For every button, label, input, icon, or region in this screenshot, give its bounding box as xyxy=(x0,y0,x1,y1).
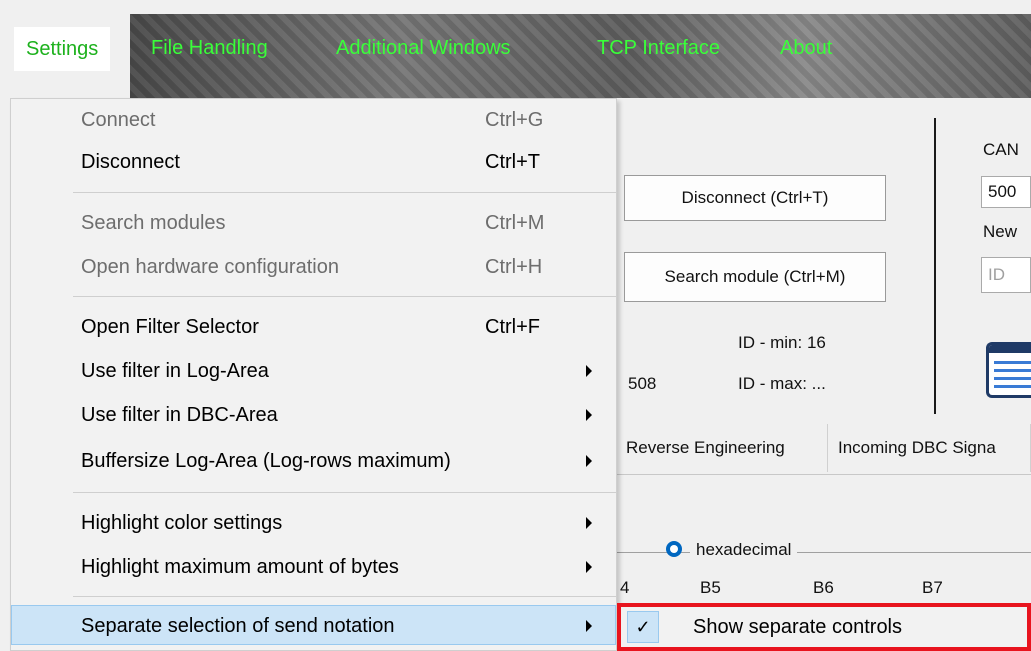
send-notation-submenu: ✓ Show separate controls xyxy=(617,603,1031,651)
hexadecimal-radio[interactable] xyxy=(666,541,682,557)
menu-separator xyxy=(73,596,616,597)
menu-bar: Settings File Handling Additional Window… xyxy=(0,0,1031,98)
menu-item-highlight-color-settings[interactable]: Highlight color settings xyxy=(11,503,616,543)
disconnect-button[interactable]: Disconnect (Ctrl+T) xyxy=(624,175,886,221)
menu-item-connect[interactable]: Connect Ctrl+G xyxy=(11,100,616,140)
search-module-button[interactable]: Search module (Ctrl+M) xyxy=(624,252,886,302)
menu-about[interactable]: About xyxy=(780,36,832,60)
submenu-arrow-icon xyxy=(586,365,592,377)
menu-separator xyxy=(73,492,616,493)
menu-item-disconnect[interactable]: Disconnect Ctrl+T xyxy=(11,142,616,182)
menu-item-label: Connect xyxy=(81,109,156,131)
show-separate-controls-item[interactable]: Show separate controls xyxy=(693,611,902,643)
database-icon[interactable] xyxy=(986,342,1031,398)
byte-col-header: 4 xyxy=(620,578,630,597)
menu-file-handling[interactable]: File Handling xyxy=(151,36,268,60)
baud-rate-field[interactable]: 500 xyxy=(981,176,1031,208)
menu-item-shortcut: Ctrl+M xyxy=(485,212,545,234)
menu-item-label: Highlight maximum amount of bytes xyxy=(81,556,399,578)
menu-item-label: Highlight color settings xyxy=(81,512,283,534)
menu-item-label: Open Filter Selector xyxy=(81,316,259,338)
menu-item-highlight-max-bytes[interactable]: Highlight maximum amount of bytes xyxy=(11,547,616,587)
menu-item-shortcut: Ctrl+F xyxy=(485,316,540,338)
partial-number-label: 508 xyxy=(628,374,657,393)
tab-strip: Reverse Engineering Incoming DBC Signa xyxy=(616,424,1031,475)
menu-item-label: Disconnect xyxy=(81,151,180,173)
tab-incoming-dbc-signals[interactable]: Incoming DBC Signa xyxy=(828,424,1031,472)
menu-separator xyxy=(73,296,616,297)
submenu-arrow-icon xyxy=(586,455,592,467)
checkmark-icon: ✓ xyxy=(627,611,659,643)
menu-item-label: Search modules xyxy=(81,212,226,234)
settings-dropdown-menu: Connect Ctrl+G Disconnect Ctrl+T Search … xyxy=(10,98,617,651)
byte-col-header: B6 xyxy=(813,578,834,597)
tab-reverse-engineering[interactable]: Reverse Engineering xyxy=(616,424,828,472)
id-field[interactable]: ID xyxy=(981,257,1031,293)
menu-item-label: Buffersize Log-Area (Log-rows maximum) xyxy=(81,450,451,472)
vertical-divider xyxy=(934,118,936,414)
menu-additional-windows[interactable]: Additional Windows xyxy=(336,36,511,60)
menu-settings[interactable]: Settings xyxy=(14,27,111,71)
menu-item-separate-send-notation[interactable]: Separate selection of send notation xyxy=(11,605,616,645)
menu-tcp-interface[interactable]: TCP Interface xyxy=(597,36,720,60)
menu-item-shortcut: Ctrl+H xyxy=(485,256,543,278)
menu-item-open-filter-selector[interactable]: Open Filter Selector Ctrl+F xyxy=(11,307,616,347)
id-max-label: ID - max: ... xyxy=(738,374,826,393)
menu-item-search-modules[interactable]: Search modules Ctrl+M xyxy=(11,203,616,243)
menu-item-use-filter-log-area[interactable]: Use filter in Log-Area xyxy=(11,351,616,391)
menu-item-shortcut: Ctrl+T xyxy=(485,151,540,173)
can-label: CAN xyxy=(983,140,1019,159)
byte-col-header: B5 xyxy=(700,578,721,597)
menu-item-label: Use filter in DBC-Area xyxy=(81,404,278,426)
hexadecimal-label: hexadecimal xyxy=(690,540,798,560)
submenu-arrow-icon xyxy=(586,561,592,573)
menu-item-open-hardware-configuration[interactable]: Open hardware configuration Ctrl+H xyxy=(11,247,616,287)
submenu-arrow-icon xyxy=(586,620,592,632)
menu-item-shortcut: Ctrl+G xyxy=(485,109,544,131)
menu-item-use-filter-dbc-area[interactable]: Use filter in DBC-Area xyxy=(11,395,616,435)
submenu-arrow-icon xyxy=(586,409,592,421)
menu-item-label: Open hardware configuration xyxy=(81,256,339,278)
menu-item-label: Use filter in Log-Area xyxy=(81,360,269,382)
menu-item-buffersize-log-area[interactable]: Buffersize Log-Area (Log-rows maximum) xyxy=(11,441,616,481)
menu-item-label: Separate selection of send notation xyxy=(81,615,395,637)
new-label: New xyxy=(983,222,1018,241)
id-min-label: ID - min: 16 xyxy=(738,333,826,352)
byte-col-header: B7 xyxy=(922,578,943,597)
menu-separator xyxy=(73,192,616,193)
submenu-arrow-icon xyxy=(586,517,592,529)
